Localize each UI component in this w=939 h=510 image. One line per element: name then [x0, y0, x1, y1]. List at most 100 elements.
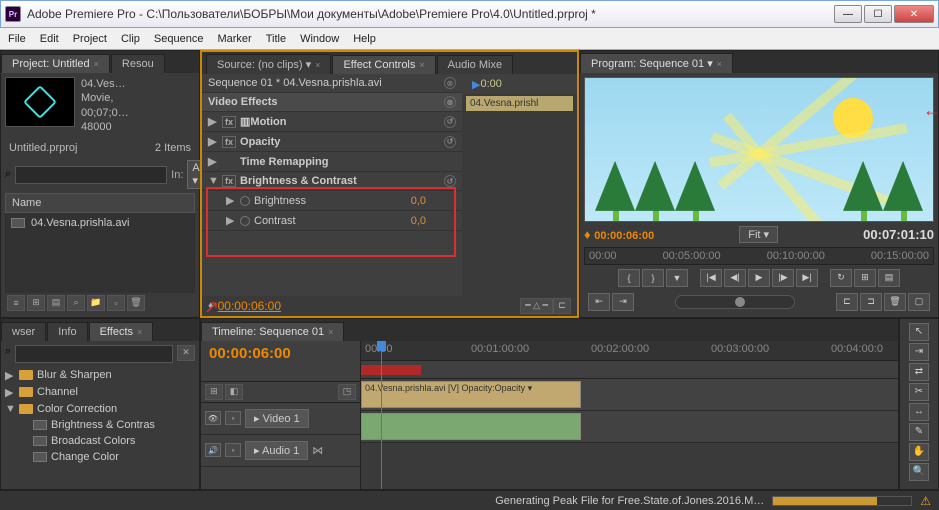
audio-track-header[interactable]: 🔊 ▫ ▸ Audio 1 ⋈: [201, 435, 360, 467]
effects-tree-item[interactable]: Brightness & Contras: [5, 417, 195, 433]
go-to-in-button[interactable]: |◀: [700, 269, 722, 287]
minimize-button[interactable]: —: [834, 5, 862, 23]
video-track-header[interactable]: 👁 ▫ ▸ Video 1: [201, 403, 360, 435]
effects-tree-item[interactable]: ▶Channel: [5, 384, 195, 401]
timeline-ruler[interactable]: 00:00 00:01:00:00 00:02:00:00 00:03:00:0…: [361, 341, 898, 361]
zoom-tool[interactable]: 🔍: [909, 463, 929, 481]
toggle-icon[interactable]: ⊗: [444, 96, 456, 108]
snap-button[interactable]: ⊞: [205, 384, 223, 400]
lock-icon[interactable]: ▫: [225, 443, 241, 457]
set-marker-button[interactable]: ▼: [666, 269, 688, 287]
find-button[interactable]: ⌕: [67, 295, 85, 311]
close-button[interactable]: ✕: [894, 5, 934, 23]
reset-icon[interactable]: ↺: [444, 136, 456, 148]
export-frame-button[interactable]: ▢: [908, 293, 930, 311]
pen-tool[interactable]: ✎: [909, 423, 929, 441]
zoom-slider-icon[interactable]: ━ △ ━: [520, 298, 553, 314]
prev-edit-button[interactable]: ⇤: [588, 293, 610, 311]
effects-tree-item[interactable]: Change Color: [5, 449, 195, 465]
go-to-out-button[interactable]: ▶|: [796, 269, 818, 287]
program-timecode[interactable]: ♦ 00:00:06:00: [584, 227, 654, 242]
warning-icon[interactable]: ⚠: [920, 494, 931, 508]
track-select-tool[interactable]: ⇥: [909, 343, 929, 361]
show-hide-icon[interactable]: ⊗: [444, 77, 456, 89]
timeline-tracks-area[interactable]: 00:00 00:01:00:00 00:02:00:00 00:03:00:0…: [361, 341, 898, 489]
mark-out-button[interactable]: }: [642, 269, 664, 287]
audio-clip[interactable]: [361, 413, 581, 440]
brightness-value[interactable]: 0,0: [411, 195, 426, 207]
icon-view-button[interactable]: ⊞: [27, 295, 45, 311]
extract-button[interactable]: ⊐: [860, 293, 882, 311]
effects-tree-item[interactable]: ▼Color Correction: [5, 401, 195, 417]
ripple-tool[interactable]: ⇄: [909, 363, 929, 381]
reset-icon[interactable]: ↺: [444, 116, 456, 128]
mark-in-button[interactable]: {: [618, 269, 640, 287]
menu-project[interactable]: Project: [73, 33, 107, 45]
lock-icon[interactable]: ▫: [225, 411, 241, 425]
automate-button[interactable]: ▤: [47, 295, 65, 311]
hand-tool[interactable]: ✋: [909, 443, 929, 461]
tab-wser[interactable]: wser: [1, 322, 46, 341]
speaker-icon[interactable]: 🔊: [205, 443, 221, 457]
timeline-timecode[interactable]: 00:00:06:00: [209, 345, 352, 362]
tab-timeline[interactable]: Timeline: Sequence 01×: [201, 322, 344, 341]
ec-motion[interactable]: ▶fx▥ Motion ↺: [202, 112, 462, 132]
search-icon[interactable]: ⌕: [5, 168, 11, 181]
ec-timecode[interactable]: 00:00:06:00: [218, 299, 281, 313]
playhead[interactable]: [381, 341, 382, 489]
play-button[interactable]: ▶: [748, 269, 770, 287]
tab-project[interactable]: Project: Untitled×: [1, 54, 110, 73]
stopwatch-icon[interactable]: [240, 216, 250, 226]
effects-tree-item[interactable]: ▶Blur & Sharpen: [5, 367, 195, 384]
list-view-button[interactable]: ≡: [7, 295, 25, 311]
selection-tool[interactable]: ↖: [909, 323, 929, 341]
delete-button[interactable]: 🗑: [127, 295, 145, 311]
tab-audio-mixer[interactable]: Audio Mixe: [437, 55, 513, 74]
tab-source[interactable]: Source: (no clips) ▾×: [206, 54, 331, 74]
video-track[interactable]: 04.Vesna.prishla.avi [V] Opacity:Opacity…: [361, 379, 898, 411]
loop-button[interactable]: ↻: [830, 269, 852, 287]
maximize-button[interactable]: ☐: [864, 5, 892, 23]
tab-effects[interactable]: Effects×: [89, 322, 154, 341]
ec-brightness-contrast[interactable]: ▼fxBrightness & Contrast ↺: [202, 172, 462, 191]
effects-tree-item[interactable]: Broadcast Colors: [5, 433, 195, 449]
lift-button[interactable]: ⊏: [836, 293, 858, 311]
ec-contrast-param[interactable]: ▶ Contrast 0,0: [202, 211, 462, 231]
menu-sequence[interactable]: Sequence: [154, 33, 204, 45]
search-icon[interactable]: ⌕: [5, 345, 11, 363]
tab-resource[interactable]: Resou: [111, 54, 165, 73]
track-name-audio[interactable]: ▸ Audio 1: [245, 441, 308, 460]
next-edit-button[interactable]: ⇥: [612, 293, 634, 311]
zoom-fit-select[interactable]: Fit ▾: [739, 226, 778, 243]
eye-icon[interactable]: 👁: [205, 411, 221, 425]
ec-tool-button[interactable]: ⊏: [553, 298, 571, 314]
trash-button[interactable]: 🗑: [884, 293, 906, 311]
menu-edit[interactable]: Edit: [40, 33, 59, 45]
slip-tool[interactable]: ↔: [909, 403, 929, 421]
tab-effect-controls[interactable]: Effect Controls×: [332, 55, 435, 74]
effects-search-input[interactable]: [15, 345, 173, 363]
shuttle-slider[interactable]: [675, 295, 795, 309]
column-header-name[interactable]: Name: [5, 193, 195, 213]
track-name-video[interactable]: ▸ Video 1: [245, 409, 309, 428]
new-item-button[interactable]: ▫: [107, 295, 125, 311]
safe-margins-button[interactable]: ⊞: [854, 269, 876, 287]
tab-info[interactable]: Info: [47, 322, 87, 341]
menu-clip[interactable]: Clip: [121, 33, 140, 45]
stopwatch-icon[interactable]: [240, 196, 250, 206]
step-back-button[interactable]: ◀|: [724, 269, 746, 287]
tool-button[interactable]: ◳: [338, 384, 356, 400]
audio-track[interactable]: [361, 411, 898, 443]
ec-time-remapping[interactable]: ▶Time Remapping: [202, 152, 462, 172]
program-time-ruler[interactable]: 00:00 00:05:00:00 00:10:00:00 00:15:00:0…: [584, 247, 934, 265]
video-clip[interactable]: 04.Vesna.prishla.avi [V] Opacity:Opacity…: [361, 381, 581, 408]
clear-search-button[interactable]: ✕: [177, 345, 195, 361]
ec-opacity[interactable]: ▶fxOpacity ↺: [202, 132, 462, 152]
menu-title[interactable]: Title: [266, 33, 286, 45]
razor-tool[interactable]: ✂: [909, 383, 929, 401]
menu-window[interactable]: Window: [300, 33, 339, 45]
project-search-input[interactable]: [15, 166, 167, 184]
contrast-value[interactable]: 0,0: [411, 215, 426, 227]
tab-program[interactable]: Program: Sequence 01 ▾×: [580, 53, 733, 73]
timeline-work-area[interactable]: [361, 361, 898, 379]
